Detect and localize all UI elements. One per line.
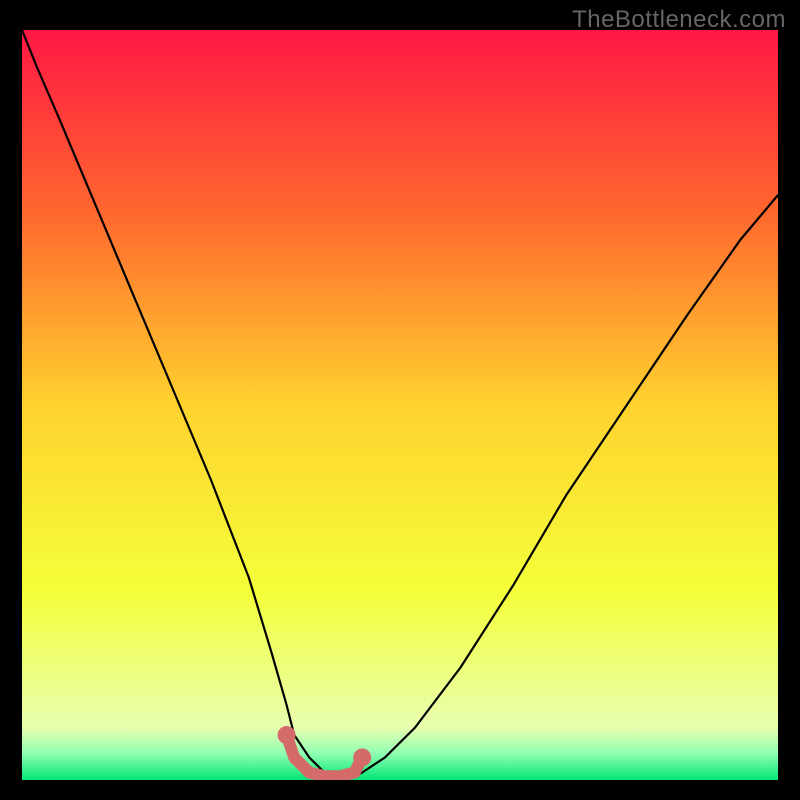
marker-end-dot: [278, 726, 296, 744]
plot-background: [22, 30, 778, 780]
bottleneck-plot: [22, 30, 778, 780]
watermark-text: TheBottleneck.com: [572, 6, 786, 34]
chart-frame: TheBottleneck.com: [0, 0, 800, 800]
plot-svg: [22, 30, 778, 780]
marker-end-dot: [353, 749, 371, 767]
